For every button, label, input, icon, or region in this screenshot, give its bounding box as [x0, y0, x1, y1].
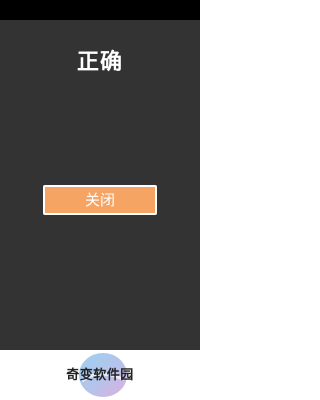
close-button[interactable]: 关闭	[43, 185, 157, 215]
result-title: 正确	[76, 50, 123, 75]
watermark: 奇变软件园	[0, 350, 200, 400]
app-screen: 正确 关闭 奇变软件园	[0, 0, 200, 400]
result-dialog: 正确 关闭	[0, 20, 200, 350]
status-bar	[0, 0, 200, 20]
watermark-text: 奇变软件园	[66, 368, 134, 383]
